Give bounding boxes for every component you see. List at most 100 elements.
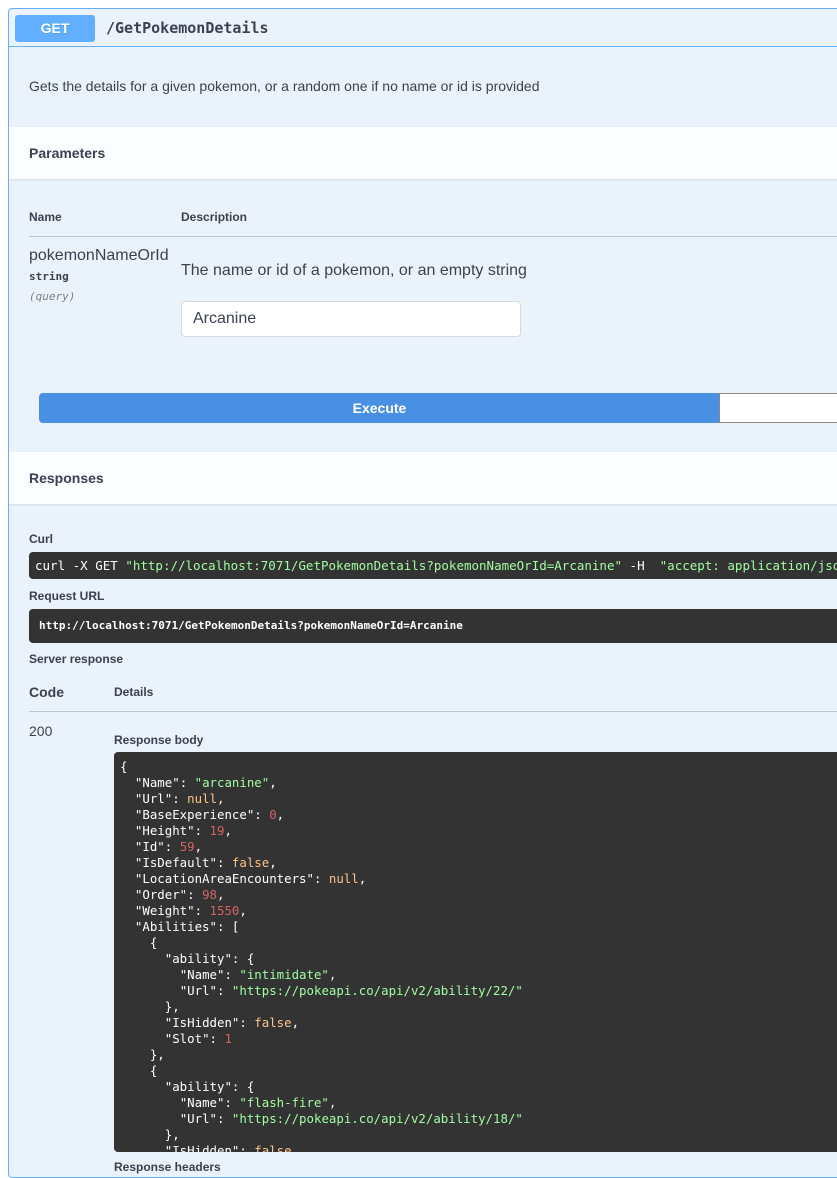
json-token: , [358,871,367,886]
response-body-line: { [120,935,837,951]
param-value-input[interactable] [181,301,521,337]
param-name: pokemonNameOrId [29,247,169,264]
parameters-title: Parameters [29,145,106,161]
json-token: null [328,871,359,886]
response-body-label: Response body [114,733,204,747]
response-col-details: Details [114,685,154,699]
response-headers-label: Response headers [114,1160,221,1174]
curl-header: "accept: application/json" [659,558,837,573]
response-body-line: "ability": { [120,951,837,967]
response-body-line: { [120,1063,837,1079]
json-token: "ability" [164,951,232,966]
response-body-line: "BaseExperience": 0, [120,807,837,823]
json-token: "IsHidden" [164,1015,240,1030]
json-token: { [120,759,128,774]
param-description: The name or id of a pokemon, or an empty… [181,262,527,279]
json-token: { [120,1063,158,1078]
json-token: : [194,903,210,918]
json-token: , [328,967,337,982]
json-token: "Weight" [134,903,195,918]
operation-path: /GetPokemonDetails [106,19,269,37]
execute-button[interactable]: Execute [39,393,720,423]
response-body-line: "Url": null, [120,791,837,807]
json-token: : [239,1015,255,1030]
json-token: , [216,887,225,902]
json-token: "Id" [134,839,165,854]
request-url-label: Request URL [29,589,105,603]
json-token: , [224,823,232,838]
json-token: , [291,1015,300,1030]
json-token: "Height" [134,823,195,838]
json-token: }, [120,1127,180,1142]
operation-description: Gets the details for a given pokemon, or… [29,78,540,94]
json-token: : [224,967,240,982]
json-token: "IsDefault" [134,855,217,870]
json-token: 1550 [209,903,240,918]
json-token: 19 [209,823,225,838]
json-token: "https://pokeapi.co/api/v2/ability/22/" [231,983,523,998]
json-token: 1 [224,1031,232,1046]
json-token: 98 [202,887,217,902]
response-body-line: "Name": "flash-fire", [120,1095,837,1111]
curl-command[interactable]: curl -X GET "http://localhost:7071/GetPo… [29,552,837,579]
param-col-description: Description [181,210,248,224]
json-token: : [313,871,329,886]
json-token: , [217,791,225,806]
response-body[interactable]: { "Name": "arcanine", "Url": null, "Base… [114,752,837,1152]
json-token: : [217,1111,232,1126]
responses-header: Responses [9,452,837,504]
param-header-divider [29,236,837,237]
response-body-line: "Url": "https://pokeapi.co/api/v2/abilit… [120,1111,837,1127]
server-response-label: Server response [29,652,124,666]
json-token: : [ [216,919,240,934]
json-token: : [217,983,232,998]
operation-block: GET /GetPokemonDetails Gets the details … [8,8,837,1178]
response-header-divider [29,711,837,712]
json-token: { [120,935,158,950]
response-body-line: }, [120,1127,837,1143]
param-col-name: Name [29,210,62,224]
clear-button[interactable] [719,393,837,423]
json-token: "flash-fire" [239,1095,329,1110]
json-token: , [276,807,285,822]
request-url[interactable]: http://localhost:7071/GetPokemonDetails?… [29,609,837,643]
response-body-line: "Id": 59, [120,839,837,855]
response-body-line: }, [120,1047,837,1063]
curl-flag: -H [622,558,660,573]
response-body-line: "IsHidden": false, [120,1015,837,1031]
json-token: "Order" [134,887,188,902]
json-token: "arcanine" [194,775,270,790]
http-method-badge: GET [15,15,95,42]
json-token: : [179,775,195,790]
json-token: 0 [269,807,277,822]
response-body-line: "LocationAreaEncounters": null, [120,871,837,887]
response-body-line: "Name": "arcanine", [120,775,837,791]
response-body-line: "Weight": 1550, [120,903,837,919]
json-token: : { [231,951,255,966]
json-token: "https://pokeapi.co/api/v2/ability/18/" [231,1111,523,1126]
response-body-line: "Order": 98, [120,887,837,903]
response-body-line: "IsHidden": false [120,1143,837,1152]
operation-summary[interactable]: GET /GetPokemonDetails [9,9,837,47]
json-token: null [187,791,217,806]
json-token: , [328,1095,337,1110]
json-token: false [254,1015,292,1030]
json-token: "Url" [179,983,217,998]
json-token: "Name" [179,967,225,982]
response-body-line: "IsDefault": false, [120,855,837,871]
json-token: "IsHidden" [164,1143,240,1152]
